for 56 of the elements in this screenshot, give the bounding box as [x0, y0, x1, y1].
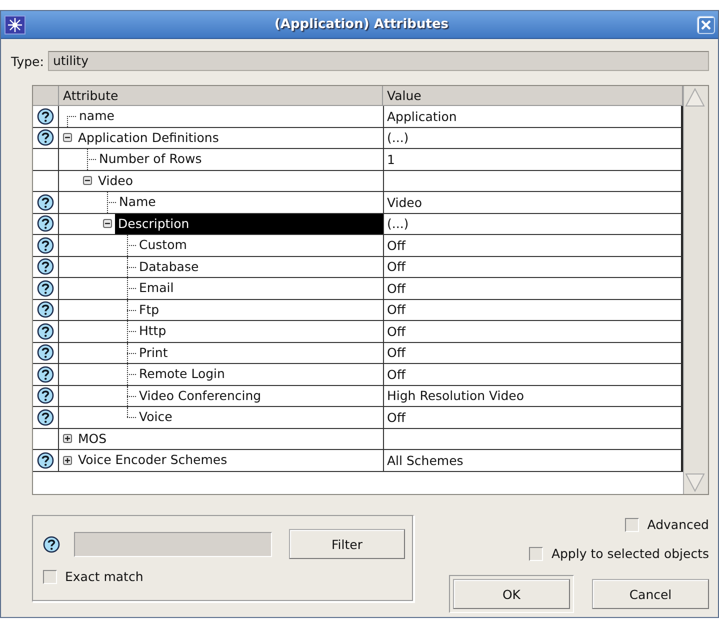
attribute-name[interactable]: Email	[136, 279, 177, 298]
close-button[interactable]	[697, 16, 715, 34]
filter-button[interactable]: Filter	[289, 529, 405, 559]
attribute-name[interactable]: Remote Login	[136, 365, 228, 384]
help-icon	[37, 280, 54, 297]
expand-icon[interactable]	[63, 456, 72, 465]
star-icon	[4, 14, 26, 34]
attribute-name[interactable]: Ftp	[136, 300, 162, 319]
help-icon	[37, 301, 54, 318]
help-icon	[37, 366, 54, 383]
help-icon	[37, 258, 54, 276]
help-icon	[37, 236, 54, 254]
attribute-name[interactable]: Video Conferencing	[136, 386, 264, 405]
help-icon	[37, 408, 54, 426]
collapse-icon[interactable]	[63, 133, 72, 142]
type-label: Type:	[11, 54, 44, 68]
help-icon	[37, 344, 54, 362]
checkbox[interactable]	[625, 518, 640, 532]
attribute-name[interactable]: Voice Encoder Schemes	[75, 451, 230, 470]
help-icon	[37, 108, 54, 125]
column-header[interactable]: Value	[383, 86, 683, 106]
help-icon	[37, 322, 54, 340]
attribute-name[interactable]: Video	[95, 172, 136, 190]
column-header[interactable]: Attribute	[59, 86, 383, 106]
attribute-name[interactable]: Voice	[136, 408, 176, 426]
option-label: Advanced	[647, 517, 709, 532]
attribute-name[interactable]: Print	[136, 344, 171, 362]
exact-match-label: Exact match	[65, 569, 144, 584]
help-icon	[37, 194, 54, 211]
expand-icon[interactable]	[63, 434, 72, 444]
attribute-name[interactable]: Application Definitions	[75, 128, 222, 147]
help-icon	[37, 129, 54, 146]
cancel-button[interactable]: Cancel	[592, 579, 709, 609]
header-corner	[33, 86, 59, 106]
attribute-name[interactable]: Http	[136, 322, 170, 340]
collapse-icon[interactable]	[103, 219, 112, 228]
collapse-icon[interactable]	[83, 176, 92, 186]
attribute-name[interactable]: Description	[115, 214, 383, 234]
option-label: Apply to selected objects	[551, 546, 709, 561]
type-field[interactable]: utility	[48, 51, 709, 71]
help-icon	[37, 215, 54, 232]
attribute-name[interactable]: Number of Rows	[96, 150, 205, 168]
filter-field[interactable]	[74, 532, 272, 556]
attribute-name[interactable]: name	[76, 107, 118, 126]
attribute-name[interactable]: Custom	[136, 236, 190, 254]
attribute-name[interactable]: Name	[116, 193, 159, 212]
help-icon	[37, 452, 54, 469]
help-icon	[43, 536, 60, 552]
attribute-name[interactable]: MOS	[75, 430, 110, 448]
close-icon	[701, 20, 711, 30]
checkbox[interactable]	[43, 570, 57, 584]
checkbox[interactable]	[529, 546, 544, 560]
ok-button[interactable]: OK	[453, 579, 570, 609]
help-icon	[37, 387, 54, 404]
attribute-name[interactable]: Database	[136, 258, 202, 276]
window-title: (Application) Attributes	[273, 17, 450, 32]
